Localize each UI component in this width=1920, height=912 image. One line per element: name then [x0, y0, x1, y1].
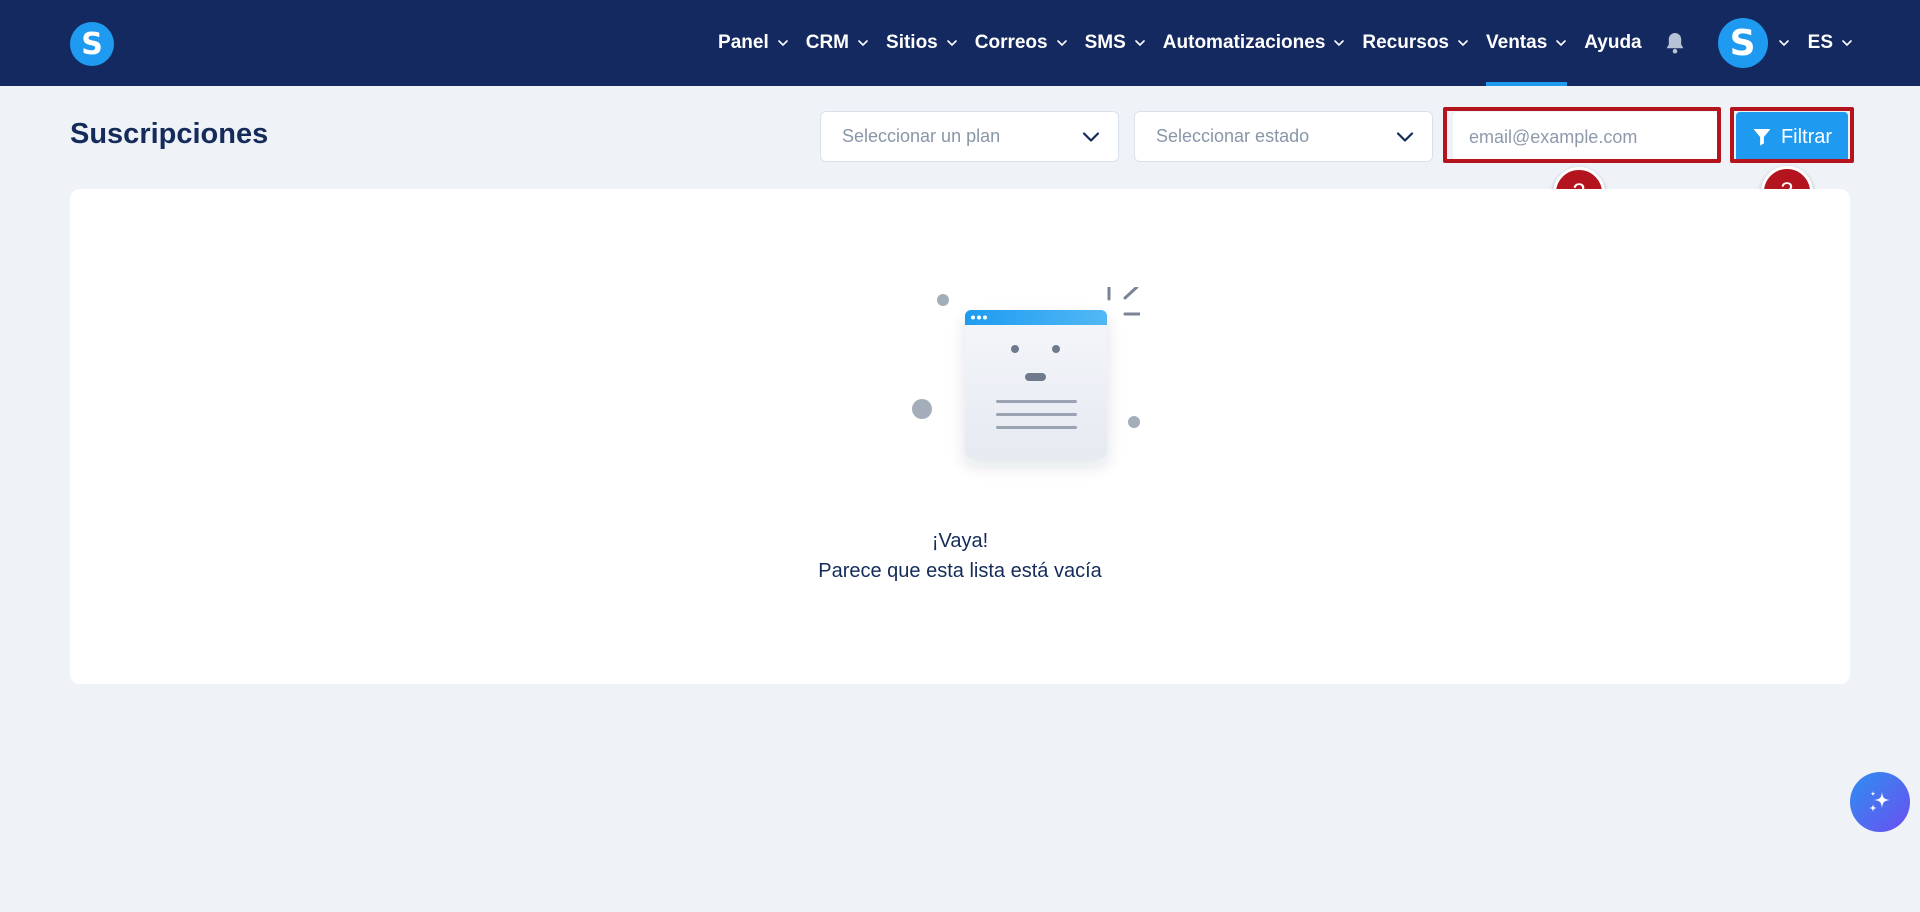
status-select-placeholder: Seleccionar estado — [1156, 126, 1310, 146]
nav-item-ayuda[interactable]: Ayuda — [1584, 0, 1641, 86]
chevron-down-icon[interactable] — [1778, 37, 1790, 49]
subscriptions-card: ¡Vaya! Parece que esta lista está vacía — [70, 189, 1850, 684]
empty-state-subtitle: Parece que esta lista está vacía — [818, 560, 1102, 582]
chevron-down-icon — [1334, 40, 1345, 47]
avatar[interactable]: S — [1717, 18, 1768, 68]
status-select[interactable]: Seleccionar estado — [1134, 111, 1433, 162]
nav-item-label: Recursos — [1362, 32, 1449, 53]
empty-state-title: ¡Vaya! — [931, 530, 989, 552]
nav-item-recursos[interactable]: Recursos — [1362, 0, 1469, 86]
nav-item-sms[interactable]: SMS — [1085, 0, 1146, 86]
chevron-down-icon — [1458, 40, 1468, 47]
chevron-down-icon — [1056, 40, 1067, 47]
nav-item-label: Ventas — [1486, 32, 1548, 53]
chevron-down-icon — [1082, 131, 1100, 142]
nav-item-label: Sitios — [886, 32, 938, 53]
bell-icon — [1666, 33, 1684, 54]
search-highlight-box — [1443, 107, 1721, 163]
empty-list-illustration — [912, 287, 1140, 458]
nav-item-ventas[interactable]: Ventas — [1486, 0, 1568, 86]
chevron-down-icon — [1134, 40, 1145, 47]
nav-item-sitios[interactable]: Sitios — [886, 0, 958, 86]
ai-assistant-button[interactable] — [1850, 772, 1910, 832]
language-selector[interactable]: ES — [1808, 0, 1853, 86]
nav-item-label: CRM — [805, 32, 850, 53]
filter-highlight-box — [1730, 107, 1854, 163]
plan-select[interactable]: Seleccionar un plan — [820, 111, 1119, 162]
top-navbar: S Panel CRM Sitios Correos SMS Automatiz… — [0, 0, 1920, 86]
chevron-down-icon — [777, 40, 788, 47]
brand-logo[interactable]: S — [70, 22, 114, 66]
plan-select-placeholder: Seleccionar un plan — [842, 126, 1001, 146]
nav-item-correos[interactable]: Correos — [975, 0, 1068, 86]
nav-item-automatizaciones[interactable]: Automatizaciones — [1163, 0, 1346, 86]
sparkles-icon — [1869, 791, 1890, 812]
main-nav: Panel CRM Sitios Correos SMS Automatizac… — [701, 0, 1853, 86]
nav-item-panel[interactable]: Panel — [718, 0, 789, 86]
chevron-down-icon — [1556, 40, 1567, 47]
nav-item-label: SMS — [1084, 32, 1126, 53]
chevron-down-icon — [1842, 40, 1852, 47]
chevron-down-icon — [858, 40, 868, 47]
nav-item-label: Automatizaciones — [1162, 32, 1326, 53]
nav-item-label: Panel — [718, 32, 769, 53]
chevron-down-icon — [946, 40, 957, 47]
chevron-down-icon — [1396, 131, 1414, 142]
nav-item-label: Correos — [974, 32, 1048, 53]
language-label: ES — [1807, 32, 1833, 53]
nav-item-crm[interactable]: CRM — [806, 0, 869, 86]
nav-item-label: Ayuda — [1584, 32, 1642, 53]
notifications-button[interactable] — [1664, 31, 1686, 55]
page-title: Suscripciones — [70, 118, 269, 150]
